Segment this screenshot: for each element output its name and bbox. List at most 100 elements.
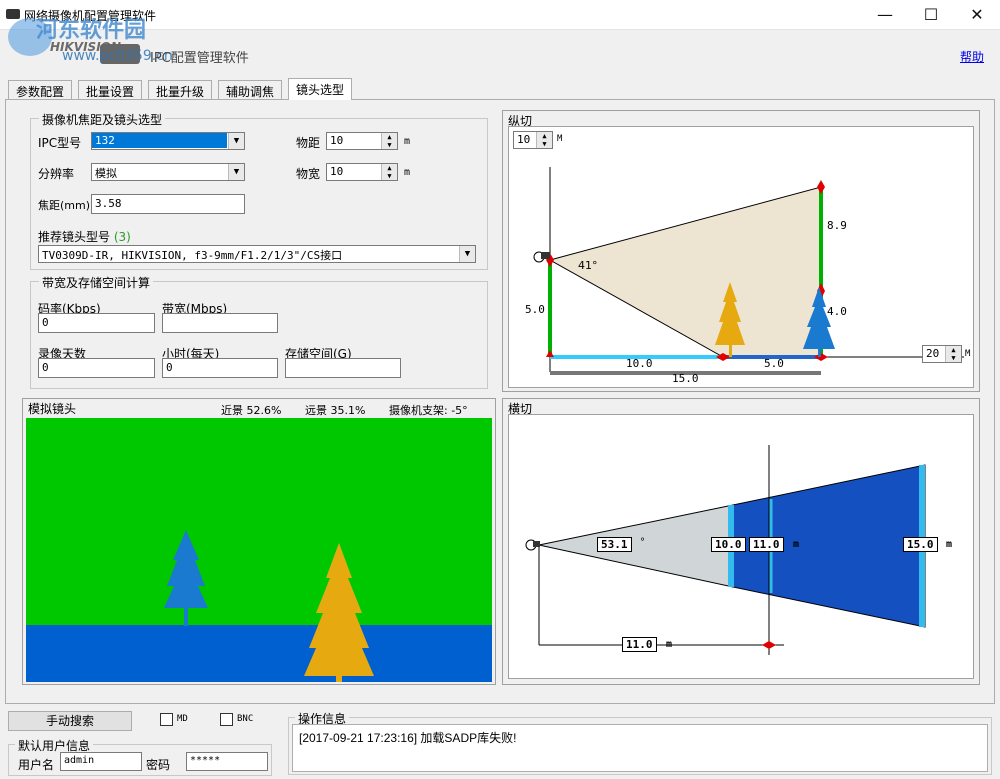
spin-buttons[interactable]: ▲ ▼ (536, 132, 552, 148)
bitrate-input[interactable]: 0 (38, 313, 155, 333)
dist-h: 11.0 (622, 637, 657, 652)
sim-panel-title: 模拟镜头 (28, 402, 77, 416)
chevron-down-icon[interactable]: ▼ (228, 133, 244, 149)
recommend-count: (3) (113, 230, 131, 244)
scale-bottom-spinner[interactable]: 20 ▲ ▼ (922, 345, 962, 363)
help-link[interactable]: 帮助 (960, 48, 984, 65)
storage-input[interactable] (285, 358, 401, 378)
hours-input[interactable]: 0 (162, 358, 278, 378)
distance-value: 10 (330, 134, 344, 147)
width-near: 10.0 (711, 537, 746, 552)
spin-up-icon[interactable]: ▲ (382, 133, 397, 141)
far-height-label: 8.9 (827, 219, 847, 232)
near-percent: 近景 52.6% (221, 404, 282, 417)
tab-batch-upgrade[interactable]: 批量升级 (148, 80, 213, 99)
width-label: 物宽 (296, 167, 321, 181)
app-name: IPC配置管理软件 (150, 51, 249, 66)
width-mid: 11.0 (749, 537, 784, 552)
sim-lens-panel: 模拟镜头 近景 52.6% 远景 35.1% 摄像机支架: -5° (22, 398, 496, 685)
scale-top-spinner[interactable]: 10 ▲ ▼ (513, 131, 553, 149)
bnc-checkbox[interactable] (220, 713, 233, 726)
scale-bottom-value: 20 (926, 347, 940, 360)
tree-height-label: 4.0 (827, 305, 847, 318)
width-unit: m (404, 167, 411, 178)
width-spinner[interactable]: 10 ▲ ▼ (326, 163, 398, 181)
width-far-unit: m (946, 539, 953, 550)
maximize-button[interactable]: ☐ (908, 0, 954, 30)
distance-unit: m (404, 136, 411, 147)
scale-top-value: 10 (517, 133, 531, 146)
ipc-model-select[interactable]: 132 ▼ (91, 132, 245, 150)
md-checkbox[interactable] (160, 713, 173, 726)
distance-spinner[interactable]: 10 ▲ ▼ (326, 132, 398, 150)
md-label: MD (177, 714, 188, 724)
grass-area (26, 418, 492, 625)
close-button[interactable]: ✕ (954, 0, 1000, 30)
chevron-down-icon[interactable]: ▼ (459, 246, 475, 262)
spin-up-icon[interactable]: ▲ (946, 346, 961, 354)
spin-buttons[interactable]: ▲ ▼ (945, 346, 961, 362)
title-bar: 网络摄像机配置管理软件 — ☐ ✕ (0, 0, 1000, 30)
width-value: 10 (330, 165, 344, 178)
resolution-select[interactable]: 模拟 ▼ (91, 163, 245, 181)
tab-lens-selection[interactable]: 镜头选型 (288, 78, 353, 100)
password-input[interactable]: ***** (186, 752, 268, 771)
tab-batch-settings[interactable]: 批量设置 (78, 80, 143, 99)
scale-top-unit: M (557, 134, 563, 144)
spin-down-icon[interactable]: ▼ (946, 354, 961, 362)
focal-input[interactable]: 3.58 (91, 194, 245, 214)
vertical-canvas: 10 ▲ ▼ M 41° 5.0 8.9 4.0 10.0 5.0 15.0 20… (508, 126, 974, 388)
angle-h: 53.1 (597, 537, 632, 552)
near-dist-label: 10.0 (626, 357, 653, 370)
sim-view (26, 418, 492, 682)
bandwidth-group-title: 带宽及存储空间计算 (39, 274, 154, 291)
recommend-lens-value: TV0309D-IR, HIKVISION, f3-9mm/F1.2/1/3"/… (42, 249, 343, 262)
username-label: 用户名 (18, 758, 55, 772)
spin-up-icon[interactable]: ▲ (382, 164, 397, 172)
ipc-model-value: 132 (92, 133, 227, 148)
width-far: 15.0 (903, 537, 938, 552)
span-dist-label: 5.0 (764, 357, 784, 370)
resolution-value: 模拟 (95, 167, 117, 180)
horizontal-panel: 横切 53.1 ° 10.0 11.0 m 15.0 m 11.0 m (502, 398, 980, 685)
log-line: [2017-09-21 17:23:16] 加载SADP库失败! (299, 731, 517, 745)
recommend-lens-select[interactable]: TV0309D-IR, HIKVISION, f3-9mm/F1.2/1/3"/… (38, 245, 476, 263)
scale-bottom-unit: M (965, 349, 971, 359)
recommend-label-text: 推荐镜头型号 (38, 230, 111, 244)
distance-label: 物距 (296, 136, 321, 150)
manual-search-button[interactable]: 手动搜索 (8, 711, 132, 731)
spin-down-icon[interactable]: ▼ (382, 141, 397, 149)
spin-up-icon[interactable]: ▲ (537, 132, 552, 140)
mount-angle: 摄像机支架: -5° (389, 404, 468, 417)
log-textbox[interactable]: [2017-09-21 17:23:16] 加载SADP库失败! (292, 724, 988, 772)
spin-down-icon[interactable]: ▼ (537, 140, 552, 148)
bandwidth-input[interactable] (162, 313, 278, 333)
tab-focus-assist[interactable]: 辅助调焦 (218, 80, 283, 99)
recommend-label: 推荐镜头型号 (3) (38, 228, 131, 245)
ground-area (26, 625, 492, 682)
vertical-panel: 纵切 10 ▲ ▼ M 41° 5.0 8.9 4.0 10.0 5.0 15.… (502, 110, 980, 392)
days-input[interactable]: 0 (38, 358, 155, 378)
angle-v: 41° (578, 259, 598, 272)
far-percent: 远景 35.1% (305, 404, 366, 417)
horizontal-canvas: 53.1 ° 10.0 11.0 m 15.0 m 11.0 m (508, 414, 974, 679)
chevron-down-icon[interactable]: ▼ (228, 164, 244, 180)
focus-group-title: 摄像机焦距及镜头选型 (39, 111, 166, 128)
bnc-label: BNC (237, 714, 254, 724)
spin-buttons[interactable]: ▲ ▼ (381, 133, 397, 149)
total-dist-label: 15.0 (672, 372, 699, 385)
spin-buttons[interactable]: ▲ ▼ (381, 164, 397, 180)
fov-area (548, 186, 822, 358)
username-input[interactable]: admin (60, 752, 142, 771)
focal-label: 焦距(mm) (38, 199, 91, 212)
tab-params[interactable]: 参数配置 (8, 80, 73, 99)
spin-down-icon[interactable]: ▼ (382, 172, 397, 180)
near-fov-area (538, 504, 734, 588)
minimize-button[interactable]: — (862, 0, 908, 30)
camera-icon-h (525, 539, 540, 551)
ipc-model-label: IPC型号 (38, 136, 82, 150)
vertical-diagram (533, 167, 964, 375)
angle-h-unit: ° (640, 537, 645, 548)
cam-height-label: 5.0 (525, 303, 545, 316)
red-markers-h (762, 641, 776, 649)
